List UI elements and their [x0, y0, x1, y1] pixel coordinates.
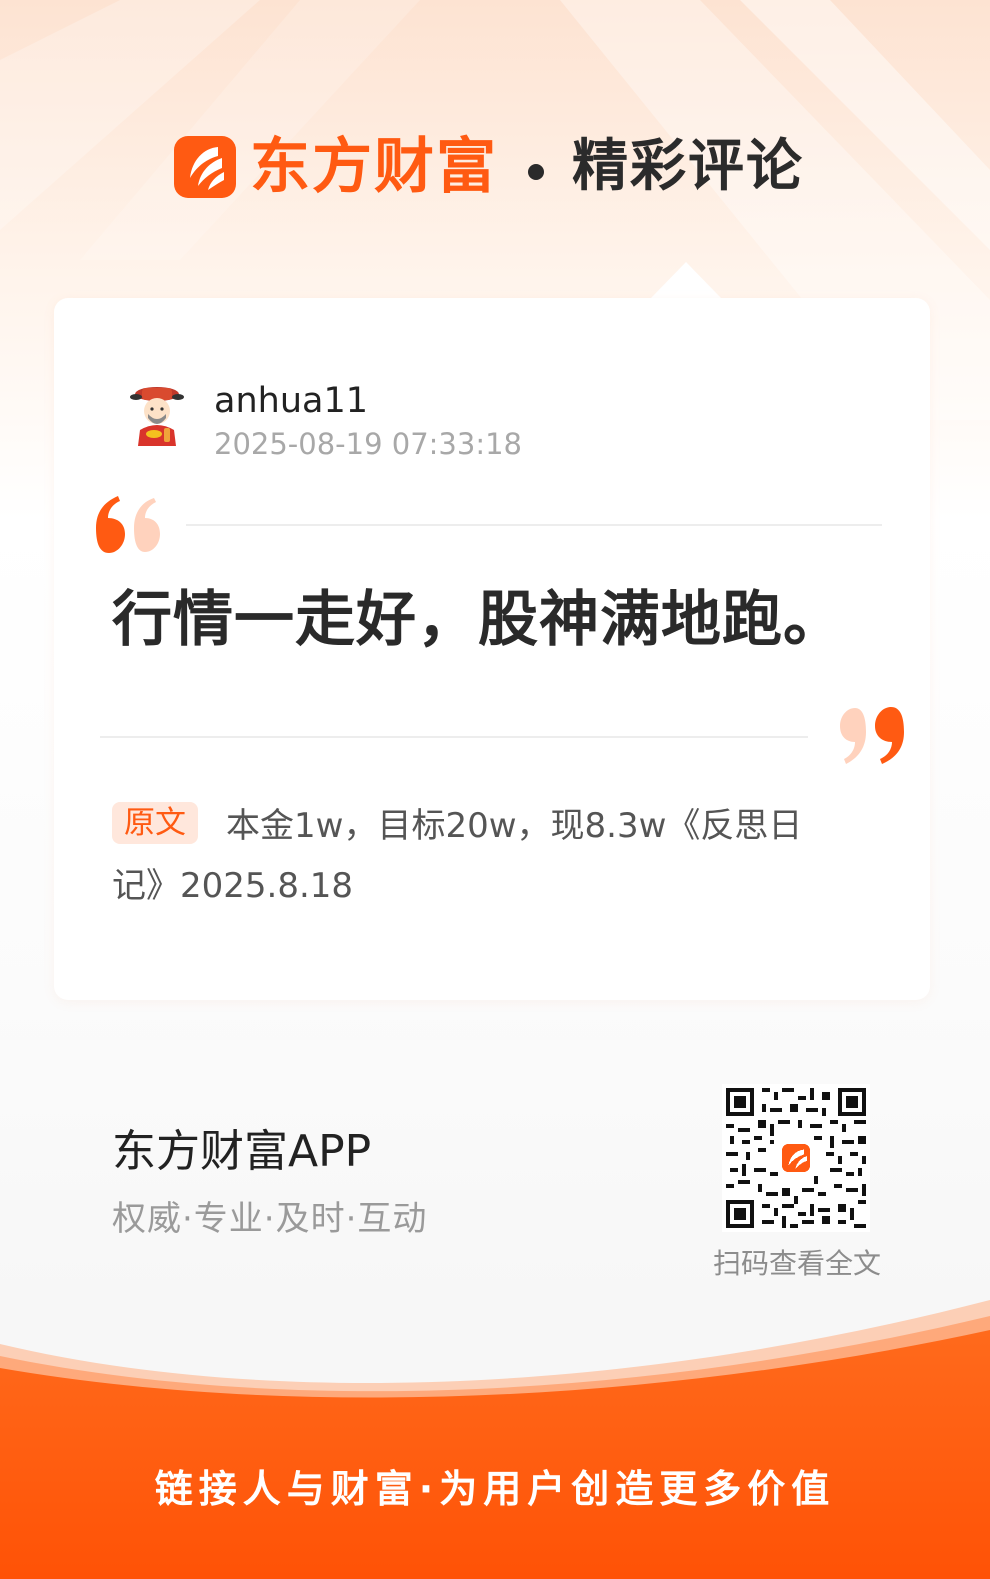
app-name: 东方财富APP: [112, 1126, 372, 1177]
comment-text: 行情一走好，股神满地跑。: [112, 585, 844, 655]
open-quote-icon: [90, 494, 164, 558]
footer-tagline: 链接人与财富·为用户创造更多价值: [154, 1467, 836, 1511]
god-of-wealth-avatar-icon[interactable]: [124, 384, 190, 450]
original-post[interactable]: 原文 本金1w，目标20w，现8.3w《反思日记》2025.8.18: [112, 796, 842, 916]
comment-timestamp: 2025-08-19 07:33:18: [214, 427, 522, 461]
section-title: 精彩评论: [572, 134, 804, 199]
eastmoney-logo-icon: [174, 136, 236, 198]
brand-name: 东方财富: [250, 132, 498, 202]
separator-dot: [528, 164, 544, 180]
app-slogan: 权威·专业·及时·互动: [112, 1199, 428, 1239]
qr-code[interactable]: [722, 1084, 870, 1232]
original-post-text: 本金1w，目标20w，现8.3w《反思日记》2025.8.18: [112, 806, 803, 906]
comment-card: anhua11 2025-08-19 07:33:18 行情一走好，股神满地跑。…: [54, 298, 930, 1000]
close-quote-icon: [836, 702, 910, 766]
username[interactable]: anhua11: [214, 378, 368, 424]
card-notch: [650, 262, 722, 299]
original-badge: 原文: [112, 802, 198, 844]
header: 东方财富 精彩评论: [0, 130, 990, 210]
divider: [186, 524, 882, 526]
bottom-banner: [0, 1296, 990, 1579]
qr-caption: 扫码查看全文: [712, 1247, 881, 1280]
divider: [100, 736, 808, 738]
